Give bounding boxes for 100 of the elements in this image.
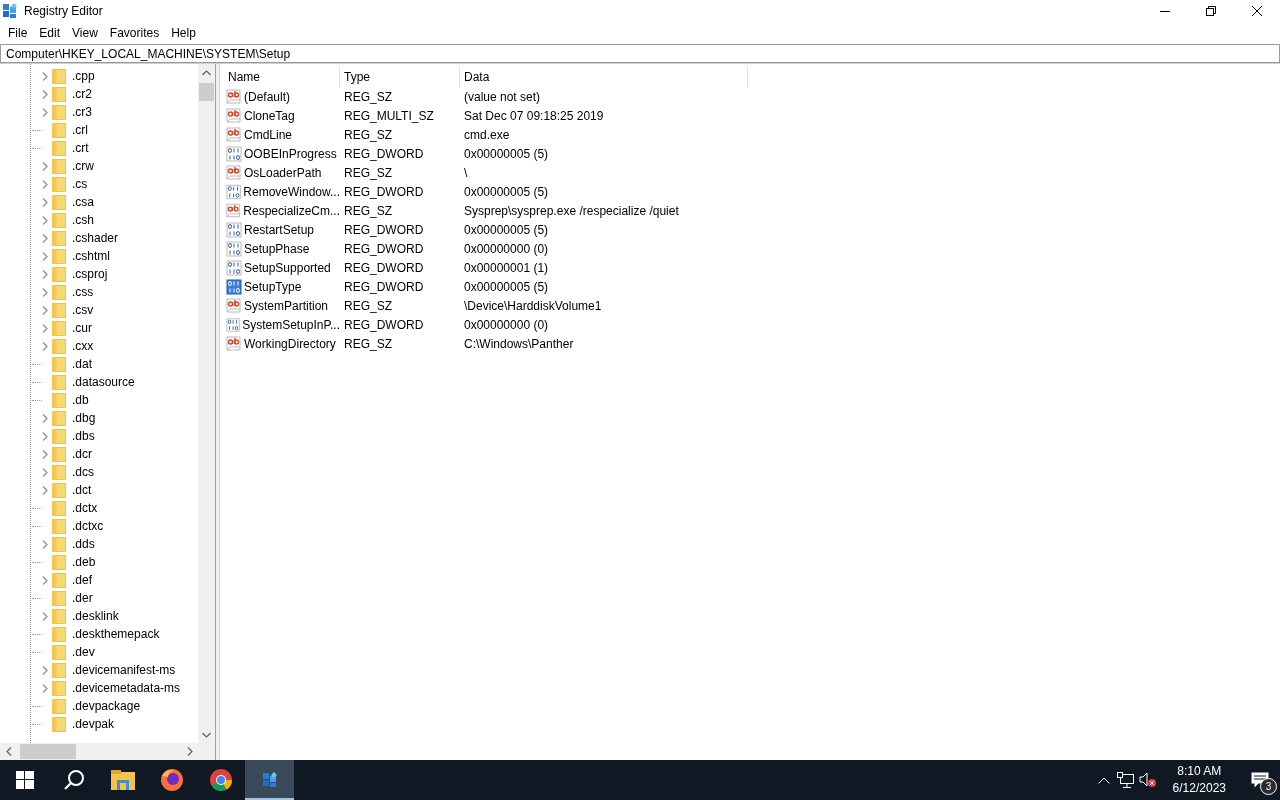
menu-item[interactable]: File bbox=[2, 23, 34, 42]
expand-chevron-icon[interactable] bbox=[42, 251, 48, 261]
tree-item[interactable]: .csv bbox=[72, 303, 94, 317]
notifications-button[interactable]: 3 bbox=[1240, 760, 1280, 800]
expand-chevron-icon[interactable] bbox=[42, 431, 48, 441]
scroll-left-icon[interactable] bbox=[5, 747, 12, 756]
scrollbar-thumb[interactable] bbox=[20, 744, 76, 759]
expand-chevron-icon[interactable] bbox=[42, 467, 48, 477]
tree-item[interactable]: .deskthemepack bbox=[72, 627, 160, 641]
folder-icon bbox=[52, 320, 66, 336]
table-cell-text: 0x00000005 (5) bbox=[463, 222, 550, 237]
expand-chevron-icon[interactable] bbox=[42, 197, 48, 207]
tree-item[interactable]: .desklink bbox=[72, 609, 119, 623]
table-cell-text: REG_SZ bbox=[343, 336, 393, 351]
scrollbar-thumb[interactable] bbox=[199, 83, 214, 101]
table-cell-text: 0x00000000 (0) bbox=[463, 317, 550, 332]
table-cell-text: REG_SZ bbox=[343, 298, 393, 313]
tree-item[interactable]: .crw bbox=[72, 159, 94, 173]
tree-item[interactable]: .devicemetadata-ms bbox=[72, 681, 181, 695]
tree-item[interactable]: .cshader bbox=[72, 231, 119, 245]
expand-chevron-icon[interactable] bbox=[42, 485, 48, 495]
column-header[interactable]: Type bbox=[340, 66, 460, 87]
tree-item[interactable]: .dds bbox=[72, 537, 95, 551]
tree-item[interactable]: .dct bbox=[72, 483, 92, 497]
expand-chevron-icon[interactable] bbox=[42, 233, 48, 243]
scroll-up-icon[interactable] bbox=[202, 69, 211, 76]
folder-icon bbox=[52, 248, 66, 264]
address-bar[interactable]: Computer\HKEY_LOCAL_MACHINE\SYSTEM\Setup bbox=[0, 44, 1280, 63]
tree-item[interactable]: .css bbox=[72, 285, 94, 299]
expand-chevron-icon[interactable] bbox=[42, 665, 48, 675]
search-icon bbox=[62, 769, 85, 791]
tree-item[interactable]: .crl bbox=[72, 123, 88, 137]
tree-item[interactable]: .def bbox=[72, 573, 92, 587]
expand-chevron-icon[interactable] bbox=[42, 179, 48, 189]
tree-item[interactable]: .cur bbox=[72, 321, 92, 335]
table-cell: RestartSetup bbox=[244, 222, 315, 237]
table-cell: OOBEInProgress bbox=[244, 146, 337, 161]
tree-item[interactable]: .dcs bbox=[72, 465, 94, 479]
tree-item[interactable]: .csh bbox=[72, 213, 94, 227]
expand-chevron-icon[interactable] bbox=[42, 611, 48, 621]
tree-item[interactable]: .devpak bbox=[72, 717, 115, 731]
tree-item[interactable]: .dev bbox=[72, 645, 95, 659]
expand-chevron-icon[interactable] bbox=[42, 107, 48, 117]
clock[interactable]: 8:10 AM 6/12/2023 bbox=[1164, 763, 1234, 797]
taskbar-app-button[interactable] bbox=[245, 760, 294, 800]
tree-item[interactable]: .cpp bbox=[72, 69, 95, 83]
tree-item[interactable]: .cr3 bbox=[72, 105, 92, 119]
tree-item[interactable]: .dat bbox=[72, 357, 92, 371]
expand-chevron-icon[interactable] bbox=[42, 539, 48, 549]
expand-chevron-icon[interactable] bbox=[42, 575, 48, 585]
expand-chevron-icon[interactable] bbox=[42, 215, 48, 225]
folder-icon bbox=[52, 158, 66, 174]
expand-chevron-icon[interactable] bbox=[42, 71, 48, 81]
tree-item[interactable]: .dctxc bbox=[72, 519, 104, 533]
menu-item[interactable]: Help bbox=[165, 23, 202, 42]
expand-chevron-icon[interactable] bbox=[42, 449, 48, 459]
tree-item[interactable]: .dbg bbox=[72, 411, 96, 425]
tree-item[interactable]: .dctx bbox=[72, 501, 98, 515]
menu-item[interactable]: Edit bbox=[33, 23, 67, 42]
table-cell: SetupPhase bbox=[244, 241, 310, 256]
vertical-scrollbar[interactable] bbox=[198, 64, 215, 743]
tree-item[interactable]: .cshtml bbox=[72, 249, 110, 263]
tree-item[interactable]: .cs bbox=[72, 177, 88, 191]
table-cell-text: REG_DWORD bbox=[343, 146, 425, 161]
tree-item[interactable]: .db bbox=[72, 393, 89, 407]
tree-item[interactable]: .csa bbox=[72, 195, 94, 209]
tree-item[interactable]: .cxx bbox=[72, 339, 94, 353]
scroll-right-icon[interactable] bbox=[186, 747, 193, 756]
tree-item[interactable]: .dbs bbox=[72, 429, 95, 443]
expand-chevron-icon[interactable] bbox=[42, 323, 48, 333]
tree-item[interactable]: .devicemanifest-ms bbox=[72, 663, 176, 677]
tree-item[interactable]: .csproj bbox=[72, 267, 108, 281]
tree-item[interactable]: .devpackage bbox=[72, 699, 141, 713]
tree-item[interactable]: .der bbox=[72, 591, 93, 605]
close-icon bbox=[1252, 6, 1262, 16]
folder-icon bbox=[52, 626, 66, 642]
scroll-down-icon[interactable] bbox=[202, 731, 211, 738]
table-cell-text: REG_DWORD bbox=[343, 279, 425, 294]
column-header[interactable]: Data bbox=[460, 66, 748, 87]
network-icon bbox=[1116, 772, 1135, 788]
folder-icon bbox=[52, 644, 66, 660]
folder-icon bbox=[52, 590, 66, 606]
expand-chevron-icon[interactable] bbox=[42, 683, 48, 693]
expand-chevron-icon[interactable] bbox=[42, 305, 48, 315]
expand-chevron-icon[interactable] bbox=[42, 287, 48, 297]
expand-chevron-icon[interactable] bbox=[42, 413, 48, 423]
expand-chevron-icon[interactable] bbox=[42, 89, 48, 99]
tree-item[interactable]: .crt bbox=[72, 141, 89, 155]
expand-chevron-icon[interactable] bbox=[42, 161, 48, 171]
menu-item[interactable]: View bbox=[66, 23, 104, 42]
tree-item[interactable]: .cr2 bbox=[72, 87, 92, 101]
expand-chevron-icon[interactable] bbox=[42, 341, 48, 351]
expand-chevron-icon[interactable] bbox=[42, 269, 48, 279]
column-header[interactable]: Name bbox=[224, 66, 340, 87]
table-cell-text: REG_DWORD bbox=[343, 260, 425, 275]
tree-item[interactable]: .datasource bbox=[72, 375, 135, 389]
table-cell-text: 0x00000005 (5) bbox=[463, 146, 550, 161]
tree-item[interactable]: .dcr bbox=[72, 447, 92, 461]
tree-item[interactable]: .deb bbox=[72, 555, 96, 569]
menu-item[interactable]: Favorites bbox=[103, 23, 166, 42]
